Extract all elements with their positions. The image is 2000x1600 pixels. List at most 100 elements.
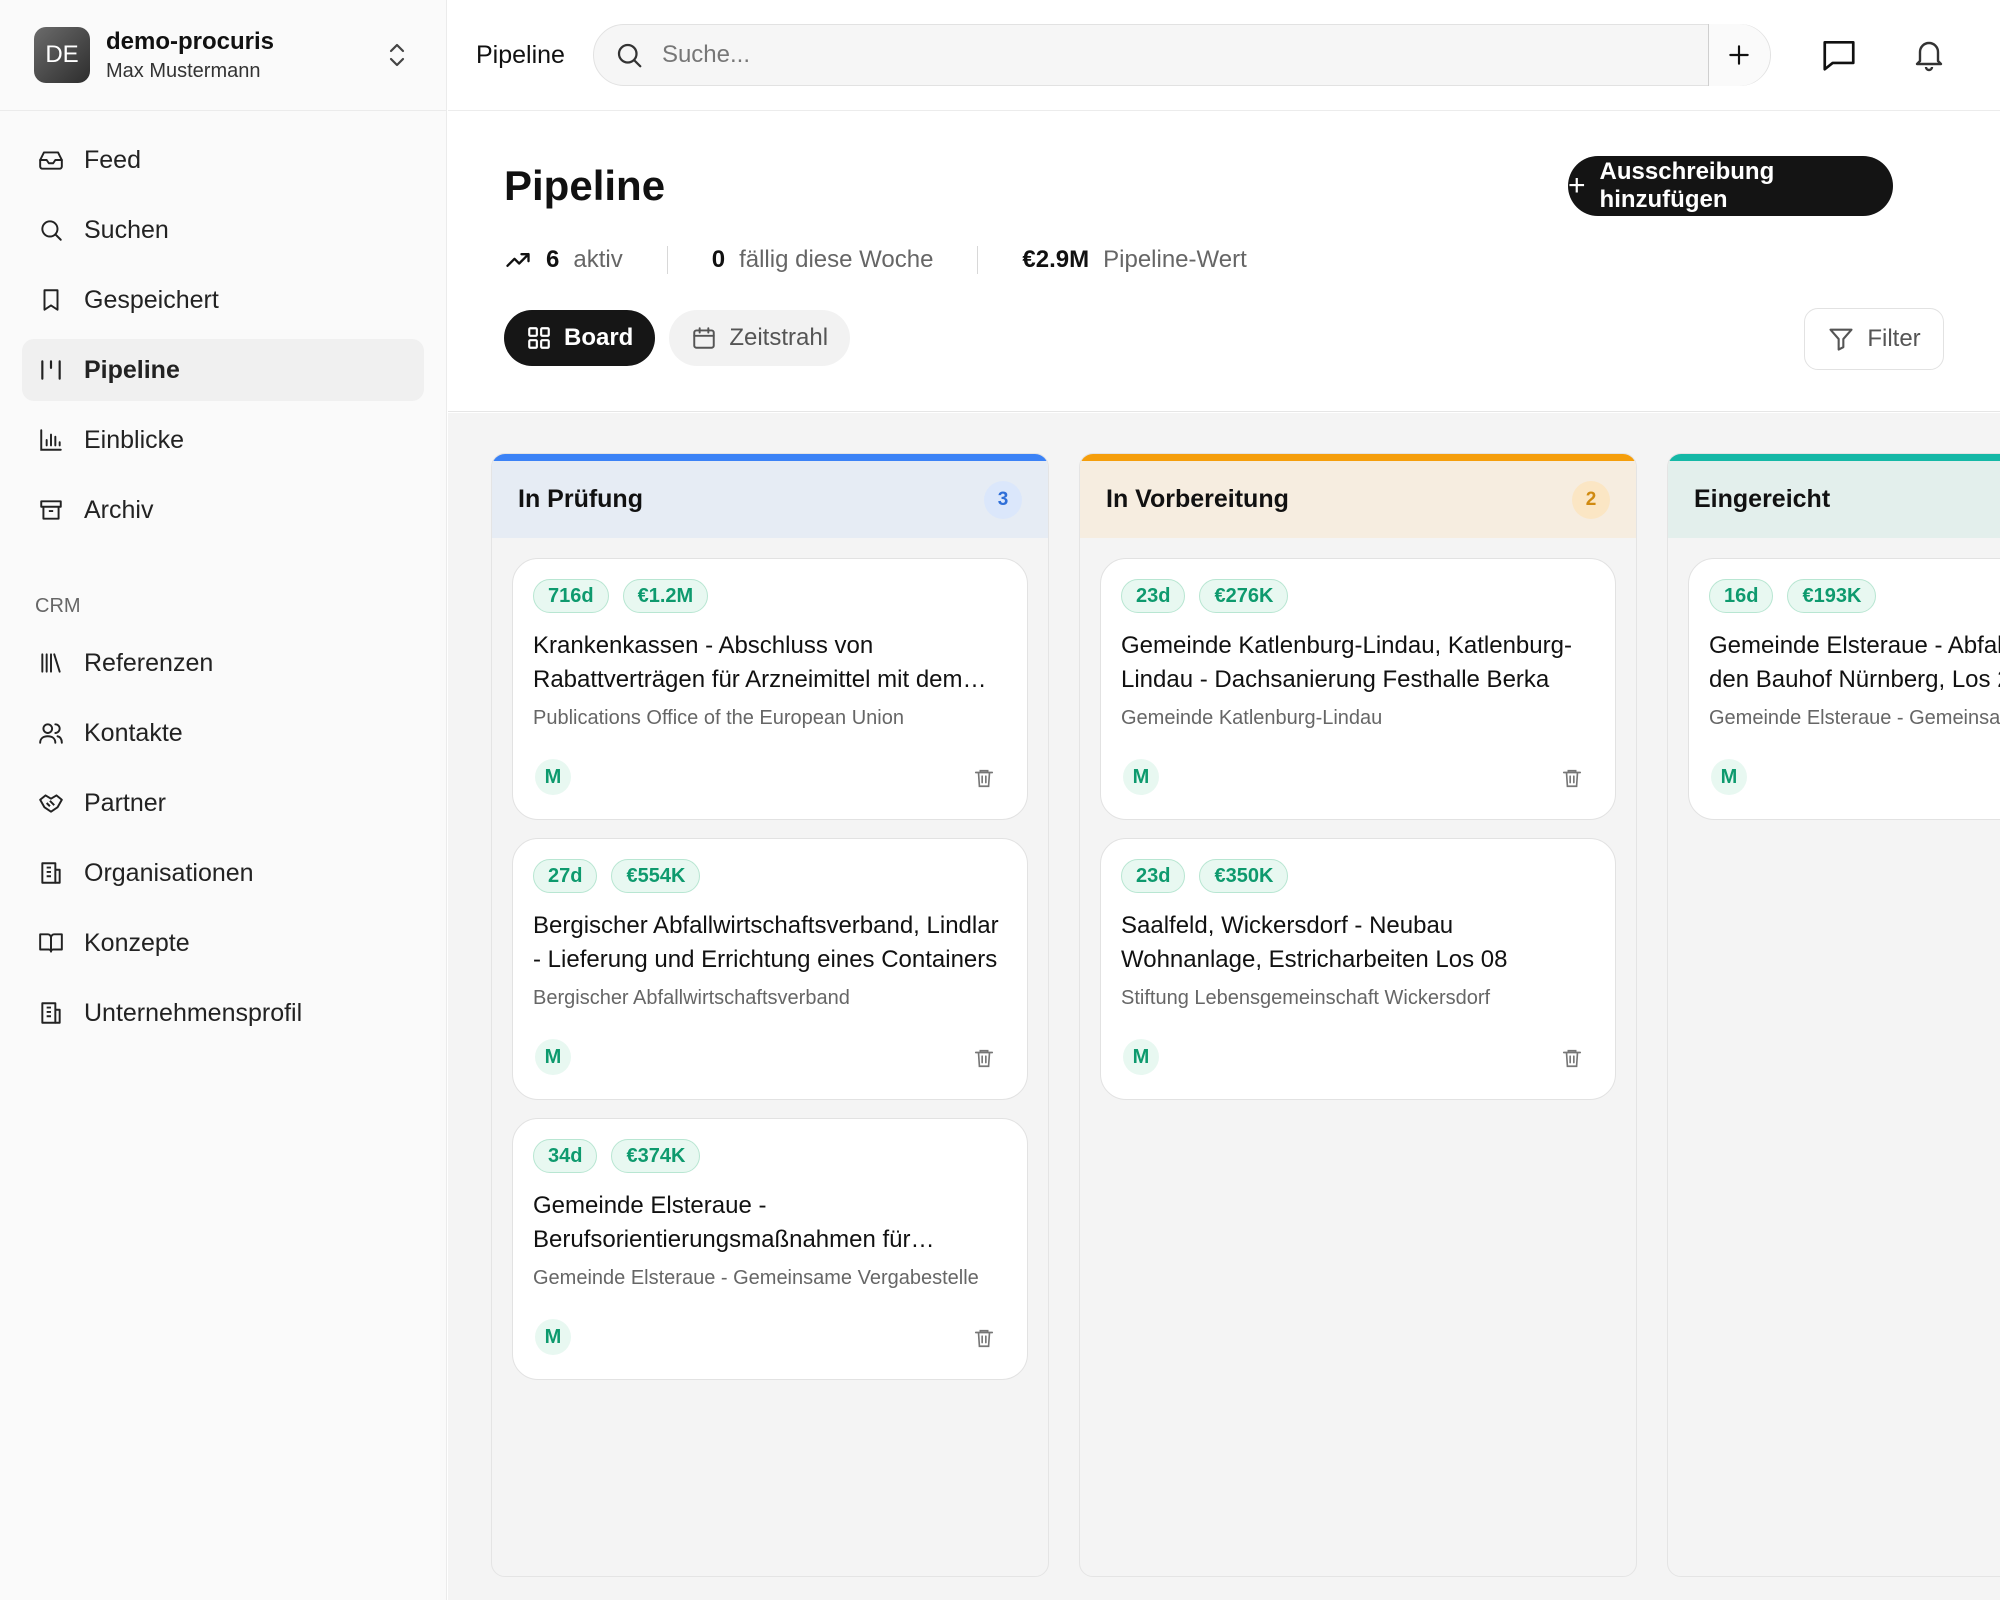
crm-nav: Referenzen Kontakte Partner Organisation… <box>0 632 446 1070</box>
assignee-avatar: M <box>1123 1039 1159 1075</box>
book-open-icon <box>36 928 66 958</box>
plus-icon: + <box>1568 169 1586 202</box>
column-eingereicht: Eingereicht 16d €193K Gemeinde Elsteraue… <box>1667 453 2000 1577</box>
calendar-icon <box>693 327 716 349</box>
card-organization: Stiftung Lebensgemeinschaft Wickersdorf <box>1121 987 1491 1009</box>
tender-card[interactable]: 16d €193K Gemeinde Elsteraue - Abfallent… <box>1688 558 2000 820</box>
view-tabs: Board Zeitstrahl <box>504 310 864 366</box>
column-header: Eingereicht <box>1668 454 2000 538</box>
nav-label: Unternehmensprofil <box>84 998 303 1027</box>
nav-label: Archiv <box>84 495 154 524</box>
assignee-avatar: M <box>1711 759 1747 795</box>
nav-label: Konzepte <box>84 928 190 957</box>
card-title: Saalfeld, Wickersdorf - Neubau Wohnanlag… <box>1121 912 1508 973</box>
card-organization: Gemeinde Elsteraue - Gemeinsame Vergabes… <box>1709 707 2000 729</box>
nav-item-kontakte[interactable]: Kontakte <box>22 702 424 764</box>
workspace-user: Max Mustermann <box>106 59 261 82</box>
filter-label: Filter <box>1867 325 1921 352</box>
trash-icon[interactable] <box>1561 1047 1583 1069</box>
building-icon <box>36 998 66 1028</box>
workspace-name: demo-procuris <box>106 27 275 55</box>
nav-item-pipeline[interactable]: Pipeline <box>22 339 424 401</box>
column-header: In Prüfung 3 <box>492 454 1048 538</box>
trash-icon[interactable] <box>973 767 995 789</box>
column-count-badge: 3 <box>984 480 1022 519</box>
trash-icon[interactable] <box>1561 767 1583 789</box>
nav-item-gespeichert[interactable]: Gespeichert <box>22 269 424 331</box>
nav-label: Einblicke <box>84 425 185 454</box>
sidebar: DE demo-procuris Max Mustermann Feed Suc… <box>0 0 447 1600</box>
quick-add-button[interactable] <box>1707 24 1770 86</box>
topbar-title: Pipeline <box>476 40 565 69</box>
card-title: Gemeinde Katlenburg-Lindau, Katlenburg-L… <box>1121 632 1572 693</box>
building-icon <box>36 858 66 888</box>
tab-label: Board <box>564 324 634 351</box>
add-tender-button[interactable]: + Ausschreibung hinzufügen <box>1568 156 1893 216</box>
grid-icon <box>528 327 550 349</box>
crm-section-label: CRM <box>35 595 81 617</box>
nav-label: Feed <box>84 145 141 174</box>
deadline-chip: 34d <box>533 1139 598 1173</box>
tab-timeline[interactable]: Zeitstrahl <box>669 310 851 366</box>
value-chip: €374K <box>611 1139 701 1173</box>
pipeline-stats: 6 aktiv 0 fällig diese Woche €2.9M Pipel… <box>504 246 1247 274</box>
stat-value: €2.9M <box>1022 246 1090 273</box>
stat-due-this-week: 0 fällig diese Woche <box>712 246 934 274</box>
nav-item-feed[interactable]: Feed <box>22 129 424 191</box>
nav-item-referenzen[interactable]: Referenzen <box>22 632 424 694</box>
notifications-button[interactable] <box>1907 33 1951 77</box>
kanban-board: In Prüfung 3 716d €1.2M Krankenkassen - … <box>448 413 2000 1600</box>
tab-board[interactable]: Board <box>504 310 656 366</box>
nav-item-archiv[interactable]: Archiv <box>22 479 424 541</box>
filter-icon <box>1829 328 1853 351</box>
search-input[interactable] <box>661 41 1708 69</box>
value-chip: €276K <box>1199 579 1289 613</box>
nav-label: Gespeichert <box>84 285 219 314</box>
nav-label: Pipeline <box>84 355 180 384</box>
nav-item-konzepte[interactable]: Konzepte <box>22 912 424 974</box>
tender-card[interactable]: 27d €554K Bergischer Abfallwirtschaftsve… <box>512 838 1028 1100</box>
stat-pipeline-value: €2.9M Pipeline-Wert <box>1022 246 1246 274</box>
nav-item-einblicke[interactable]: Einblicke <box>22 409 424 471</box>
messages-button[interactable] <box>1817 33 1861 77</box>
deadline-chip: 16d <box>1709 579 1774 613</box>
assignee-avatar: M <box>535 1319 571 1355</box>
card-title: Gemeinde Elsteraue - Berufsorientierungs… <box>533 1192 911 1253</box>
nav-label: Partner <box>84 788 166 817</box>
tender-card[interactable]: 716d €1.2M Krankenkassen - Abschluss von… <box>512 558 1028 820</box>
nav-item-unternehmensprofil[interactable]: Unternehmensprofil <box>22 982 424 1044</box>
card-organization: Gemeinde Elsteraue - Gemeinsame Vergabes… <box>533 1267 979 1289</box>
nav-label: Suchen <box>84 215 169 244</box>
main-nav: Feed Suchen Gespeichert Pipeline Einblic… <box>0 111 446 567</box>
trash-icon[interactable] <box>973 1047 995 1069</box>
column-title: In Prüfung <box>518 485 643 513</box>
trash-icon[interactable] <box>973 1327 995 1349</box>
tender-card[interactable]: 23d €350K Saalfeld, Wickersdorf - Neubau… <box>1100 838 1616 1100</box>
workspace-switcher[interactable]: DE demo-procuris Max Mustermann <box>0 0 446 111</box>
deadline-chip: 23d <box>1121 579 1186 613</box>
assignee-avatar: M <box>535 759 571 795</box>
nav-item-partner[interactable]: Partner <box>22 772 424 834</box>
value-chip: €350K <box>1199 859 1289 893</box>
bookmark-icon <box>36 285 66 315</box>
filter-button[interactable]: Filter <box>1804 308 1944 370</box>
tender-card[interactable]: 23d €276K Gemeinde Katlenburg-Lindau, Ka… <box>1100 558 1616 820</box>
stat-value: 6 <box>546 246 560 273</box>
search-icon <box>614 40 644 70</box>
stat-active: 6 aktiv <box>504 246 623 274</box>
page-header: Pipeline + Ausschreibung hinzufügen 6 ak… <box>448 112 2000 412</box>
bell-icon <box>1915 41 1943 72</box>
stat-value: 0 <box>711 246 726 273</box>
plus-icon <box>1729 45 1750 65</box>
nav-item-suchen[interactable]: Suchen <box>22 199 424 261</box>
chevrons-up-down-icon[interactable] <box>382 40 412 70</box>
tender-card[interactable]: 34d €374K Gemeinde Elsteraue - Berufsori… <box>512 1118 1028 1380</box>
card-title: Bergischer Abfallwirtschaftsverband, Lin… <box>533 912 999 973</box>
deadline-chip: 23d <box>1121 859 1186 893</box>
nav-item-organisationen[interactable]: Organisationen <box>22 842 424 904</box>
nav-label: Referenzen <box>84 648 214 677</box>
add-tender-label: Ausschreibung hinzufügen <box>1599 158 1775 213</box>
stat-label: fällig diese Woche <box>739 246 934 273</box>
value-chip: €554K <box>611 859 701 893</box>
divider <box>977 246 979 274</box>
